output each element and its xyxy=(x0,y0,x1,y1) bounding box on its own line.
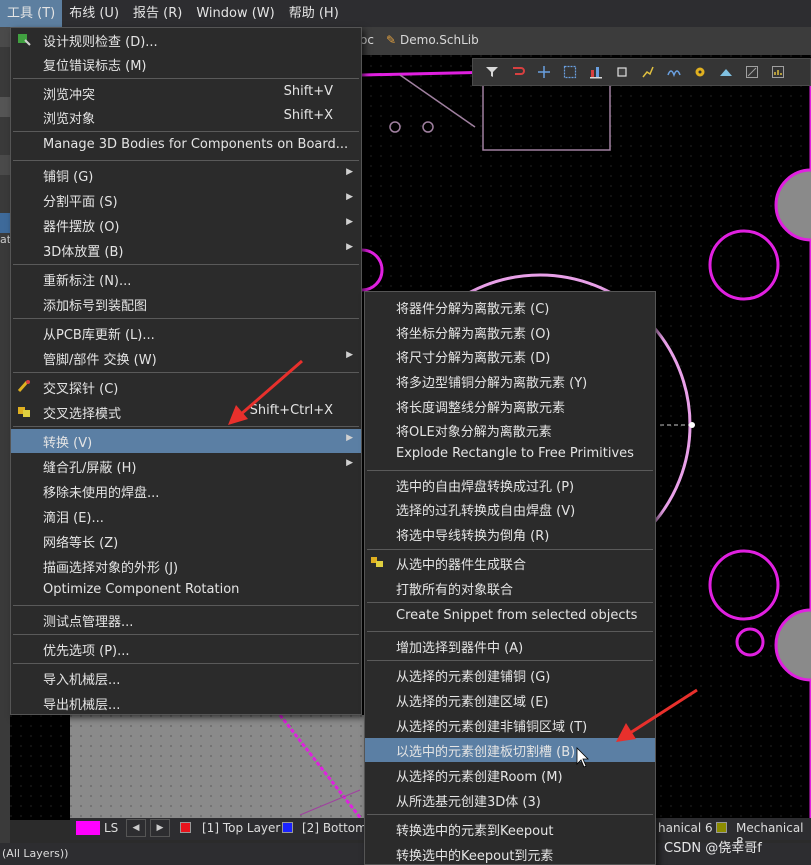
menu-window[interactable]: Window (W) xyxy=(189,0,281,27)
menu-item-split-planes[interactable]: 分割平面 (S) ▶ xyxy=(11,188,361,212)
layer-scroll-right[interactable]: ▶ xyxy=(150,819,170,837)
component-icon[interactable] xyxy=(609,60,635,84)
menu-item-via-stitching[interactable]: 缝合孔/屏蔽 (H) ▶ xyxy=(11,454,361,478)
submenu-item-tracks-to-arcs[interactable]: 将选中导线转换为倒角 (R) xyxy=(365,522,655,546)
align-icon[interactable] xyxy=(583,60,609,84)
ls-color-swatch xyxy=(76,821,100,835)
dimension-icon[interactable] xyxy=(739,60,765,84)
filter-icon[interactable] xyxy=(479,60,505,84)
menu-item-optimize-rotation[interactable]: Optimize Component Rotation xyxy=(11,579,361,603)
submenu-item-create-snippet[interactable]: Create Snippet from selected objects xyxy=(365,605,655,629)
submenu-item-create-region[interactable]: 从选择的元素创建区域 (E) xyxy=(365,688,655,712)
tab-demo-schlib[interactable]: Demo.SchLib xyxy=(400,33,479,47)
menu-item-cross-select-mode[interactable]: 交叉选择模式 Shift+Ctrl+X xyxy=(11,400,361,424)
menu-item-3d-body-placement[interactable]: 3D体放置 (B) ▶ xyxy=(11,238,361,262)
drc-icon xyxy=(17,32,31,46)
interactive-route-icon[interactable] xyxy=(635,60,661,84)
pcb-toolbar xyxy=(472,58,811,86)
menu-item-convert[interactable]: 转换 (V) ▶ xyxy=(11,429,361,453)
submenu-item-vias-to-pads[interactable]: 选择的过孔转换成自由焊盘 (V) xyxy=(365,497,655,521)
document-tabs: oc ✎ Demo.SchLib xyxy=(360,27,811,55)
submenu-item-create-polygon[interactable]: 从选择的元素创建铺铜 (G) xyxy=(365,663,655,687)
submenu-item-create-non-copper-region[interactable]: 从选择的元素创建非铺铜区域 (T) xyxy=(365,713,655,737)
menu-separator xyxy=(13,78,359,79)
menu-item-preferences[interactable]: 优先选项 (P)... xyxy=(11,637,361,661)
via-icon[interactable] xyxy=(687,60,713,84)
menu-tools[interactable]: 工具 (T) xyxy=(0,0,63,27)
submenu-arrow-icon: ▶ xyxy=(346,192,353,202)
submenu-item-explode-dimension[interactable]: 将尺寸分解为离散元素 (D) xyxy=(365,344,655,368)
top-layer-swatch xyxy=(180,822,191,833)
polygon-icon[interactable] xyxy=(713,60,739,84)
status-layers: (All Layers)) xyxy=(2,847,69,860)
schlib-icon: ✎ xyxy=(386,33,397,47)
watermark: CSDN @侥幸哥f xyxy=(664,841,762,856)
submenu-item-explode-coordinate[interactable]: 将坐标分解为离散元素 (O) xyxy=(365,320,655,344)
submenu-item-explode-rectangle[interactable]: Explode Rectangle to Free Primitives xyxy=(365,443,655,467)
menu-item-browse-violations[interactable]: 浏览冲突 Shift+V xyxy=(11,81,361,105)
menu-item-manage-3d[interactable]: Manage 3D Bodies for Components on Board… xyxy=(11,134,361,158)
tab-mechanical-6[interactable]: hanical 6 xyxy=(658,821,713,835)
layer-scroll-left[interactable]: ◀ xyxy=(126,819,146,837)
tools-menu: 设计规则检查 (D)... 复位错误标志 (M) 浏览冲突 Shift+V 浏览… xyxy=(10,27,362,715)
menu-item-update-from-pcb-lib[interactable]: 从PCB库更新 (L)... xyxy=(11,321,361,345)
submenu-arrow-icon: ▶ xyxy=(346,217,353,227)
menu-item-polygon-pour[interactable]: 铺铜 (G) ▶ xyxy=(11,163,361,187)
menu-item-testpoint-manager[interactable]: 测试点管理器... xyxy=(11,608,361,632)
menu-help[interactable]: 帮助 (H) xyxy=(282,0,346,27)
submenu-item-break-unions[interactable]: 打散所有的对象联合 xyxy=(365,576,655,600)
submenu-item-pads-to-vias[interactable]: 选中的自由焊盘转换成过孔 (P) xyxy=(365,473,655,497)
submenu-item-explode-polygon[interactable]: 将多边型铺铜分解为离散元素 (Y) xyxy=(365,369,655,393)
submenu-item-create-board-cutout[interactable]: 以选中的元素创建板切割槽 (B) xyxy=(365,738,655,762)
submenu-item-explode-ole[interactable]: 将OLE对象分解为离散元素 xyxy=(365,418,655,442)
submenu-item-keepout-to-primitives[interactable]: 转换选中的Keepout到元素 xyxy=(365,842,655,865)
left-panel: at xyxy=(0,27,11,865)
mech8-swatch xyxy=(716,822,727,833)
route-icon[interactable] xyxy=(505,60,531,84)
menu-item-outline-selected[interactable]: 描画选择对象的外形 (J) xyxy=(11,554,361,578)
submenu-arrow-icon: ▶ xyxy=(346,433,353,443)
menu-item-teardrops[interactable]: 滴泪 (E)... xyxy=(11,504,361,528)
menu-bar: 工具 (T) 布线 (U) 报告 (R) Window (W) 帮助 (H) xyxy=(0,0,811,27)
submenu-item-create-3d-body[interactable]: 从所选基元创建3D体 (3) xyxy=(365,788,655,812)
bottom-layer-swatch xyxy=(282,822,293,833)
submenu-item-to-keepout[interactable]: 转换选中的元素到Keepout xyxy=(365,817,655,841)
menu-item-reset-errors[interactable]: 复位错误标志 (M) xyxy=(11,52,361,76)
cross-probe-icon xyxy=(17,379,31,393)
menu-item-pin-part-swap[interactable]: 管脚/部件 交换 (W) ▶ xyxy=(11,346,361,370)
menu-item-export-mech-layers[interactable]: 导出机械层... xyxy=(11,691,361,715)
chart-icon[interactable] xyxy=(765,60,791,84)
menu-item-drc[interactable]: 设计规则检查 (D)... xyxy=(11,28,361,52)
menu-item-browse-objects[interactable]: 浏览对象 Shift+X xyxy=(11,105,361,129)
submenu-arrow-icon: ▶ xyxy=(346,167,353,177)
submenu-item-add-to-component[interactable]: 增加选择到器件中 (A) xyxy=(365,634,655,658)
submenu-arrow-icon: ▶ xyxy=(346,458,353,468)
menu-item-re-annotate[interactable]: 重新标注 (N)... xyxy=(11,267,361,291)
tab-partial[interactable]: oc xyxy=(360,33,374,47)
menu-item-remove-unused-pads[interactable]: 移除未使用的焊盘... xyxy=(11,479,361,503)
panel-selected-row[interactable] xyxy=(0,213,10,233)
ls-label[interactable]: LS xyxy=(104,821,118,835)
tab-bottom-layer[interactable]: [2] Bottom xyxy=(302,821,367,835)
union-icon xyxy=(370,555,384,569)
submenu-item-create-room[interactable]: 从选择的元素创建Room (M) xyxy=(365,763,655,787)
submenu-item-create-union[interactable]: 从选中的器件生成联合 xyxy=(365,551,655,575)
select-rect-icon[interactable] xyxy=(557,60,583,84)
cross-select-icon xyxy=(17,404,31,418)
convert-submenu: 将器件分解为离散元素 (C) 将坐标分解为离散元素 (O) 将尺寸分解为离散元素… xyxy=(364,291,656,865)
diff-pair-icon[interactable] xyxy=(661,60,687,84)
menu-item-equalize-nets[interactable]: 网络等长 (Z) xyxy=(11,529,361,553)
submenu-arrow-icon: ▶ xyxy=(346,242,353,252)
menu-item-add-designators[interactable]: 添加标号到装配图 xyxy=(11,292,361,316)
menu-item-component-placement[interactable]: 器件摆放 (O) ▶ xyxy=(11,213,361,237)
menu-route[interactable]: 布线 (U) xyxy=(62,0,126,27)
submenu-arrow-icon: ▶ xyxy=(346,350,353,360)
submenu-item-explode-component[interactable]: 将器件分解为离散元素 (C) xyxy=(365,295,655,319)
menu-item-cross-probe[interactable]: 交叉探针 (C) xyxy=(11,375,361,399)
tab-top-layer[interactable]: [1] Top Layer xyxy=(202,821,280,835)
plus-icon[interactable] xyxy=(531,60,557,84)
submenu-item-explode-length-tuning[interactable]: 将长度调整线分解为离散元素 xyxy=(365,394,655,418)
menu-item-import-mech-layers[interactable]: 导入机械层... xyxy=(11,666,361,690)
menu-reports[interactable]: 报告 (R) xyxy=(126,0,189,27)
